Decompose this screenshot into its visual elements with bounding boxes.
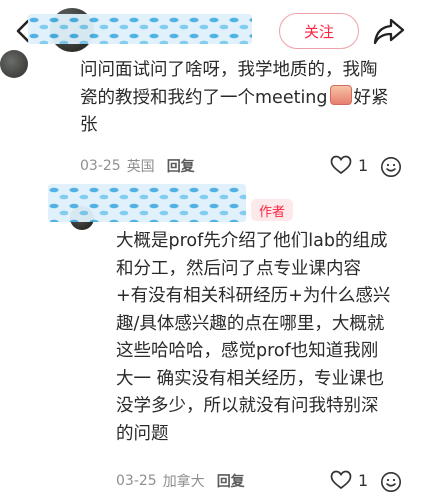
- share-icon[interactable]: [372, 16, 406, 46]
- comment-line-text: 瓷的教授和我约了一个meeting: [80, 87, 328, 108]
- comment-line: 问问面试问了啥呀，我学地质的，我陶: [80, 60, 378, 80]
- comment-location: 英国: [126, 159, 155, 175]
- comment-avatar-edge: [0, 50, 28, 78]
- author-badge: 作者: [251, 199, 293, 221]
- comment-line: 瓷的教授和我约了一个meeting 好紧: [80, 84, 420, 113]
- reply-line: 和分工，然后问了点专业课内容: [116, 258, 361, 279]
- comment-meta: 03-25 英国 回复: [80, 156, 195, 176]
- username-mosaic: [28, 14, 252, 44]
- reply-line: 趣/具体感兴趣的点在哪里，大概就: [116, 313, 385, 334]
- reply-like-count: 1: [358, 470, 369, 490]
- heart-icon: [330, 470, 352, 490]
- comment-text: 问问面试问了啥呀，我学地质的，我陶 瓷的教授和我约了一个meeting 好紧 张: [80, 57, 420, 140]
- top-bar: 关注: [0, 0, 426, 62]
- emoji-reaction-icon[interactable]: [380, 471, 402, 493]
- like-button[interactable]: 1: [330, 155, 368, 175]
- emoji-reaction-icon[interactable]: [380, 156, 402, 178]
- reply-line: 的问题: [116, 423, 169, 444]
- reply-like-button[interactable]: 1: [330, 470, 368, 490]
- heart-icon: [330, 155, 352, 175]
- reply-line: 大概是prof先介绍了他们lab的组成: [116, 231, 388, 251]
- reply-text: 大概是prof先介绍了他们lab的组成 和分工，然后问了点专业课内容 +有没有相…: [116, 228, 422, 448]
- reply-meta: 03-25 加拿大 回复: [116, 471, 245, 491]
- reply-line: 大一 确实没有相关经历，专业课也: [116, 368, 385, 389]
- reply-button[interactable]: 回复: [167, 156, 195, 176]
- comment-line: 张: [80, 115, 98, 135]
- reply-username-mosaic: [48, 184, 246, 222]
- sticker-emoji-icon: [329, 84, 352, 105]
- comment-date: 03-25: [80, 158, 121, 174]
- reply-to-reply-button[interactable]: 回复: [217, 471, 245, 491]
- reply-line: +有没有相关科研经历+为什么感兴: [116, 286, 391, 306]
- reply-line: 没学多少，所以就没有问我特别深: [116, 396, 379, 416]
- comment-line-text: 好紧: [353, 87, 389, 108]
- reply-location: 加拿大: [162, 474, 205, 490]
- follow-button[interactable]: 关注: [279, 13, 359, 49]
- reply-date: 03-25: [116, 473, 157, 489]
- reply-line: 这些哈哈哈，感觉prof也知道我刚: [116, 341, 379, 361]
- like-count: 1: [358, 155, 369, 175]
